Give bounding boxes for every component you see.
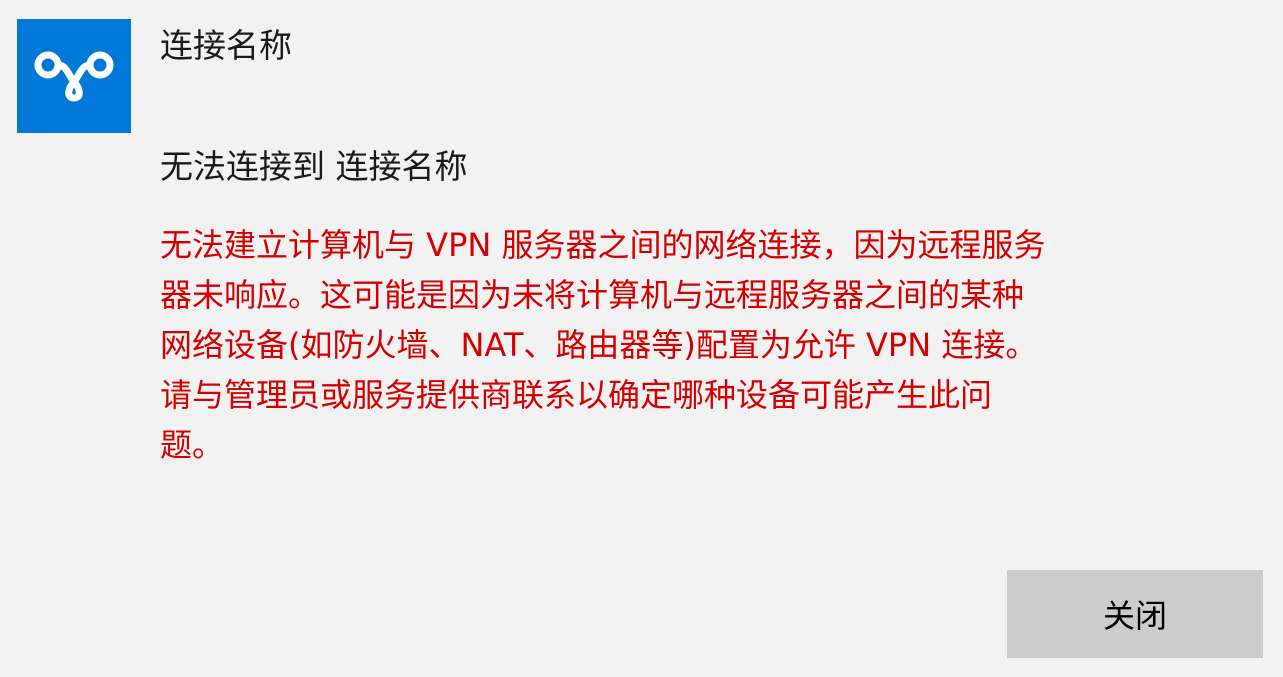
close-button[interactable]: 关闭 bbox=[1007, 570, 1263, 658]
vpn-error-dialog: 连接名称 无法连接到 连接名称 无法建立计算机与 VPN 服务器之间的网络连接，… bbox=[0, 0, 1283, 677]
vpn-connection-icon bbox=[17, 19, 131, 133]
error-line: 题。 bbox=[160, 426, 225, 464]
error-message: 无法建立计算机与 VPN 服务器之间的网络连接，因为远程服务 器未响应。这可能是… bbox=[160, 220, 1260, 470]
status-heading: 无法连接到 连接名称 bbox=[160, 147, 468, 186]
error-line: 请与管理员或服务提供商联系以确定哪种设备可能产生此问 bbox=[160, 376, 993, 414]
error-line: 器未响应。这可能是因为未将计算机与远程服务器之间的某种 bbox=[160, 276, 1025, 314]
error-line: 无法建立计算机与 VPN 服务器之间的网络连接，因为远程服务 bbox=[160, 226, 1046, 264]
error-line: 网络设备(如防火墙、NAT、路由器等)配置为允许 VPN 连接。 bbox=[160, 326, 1038, 364]
connection-name: 连接名称 bbox=[160, 26, 292, 65]
